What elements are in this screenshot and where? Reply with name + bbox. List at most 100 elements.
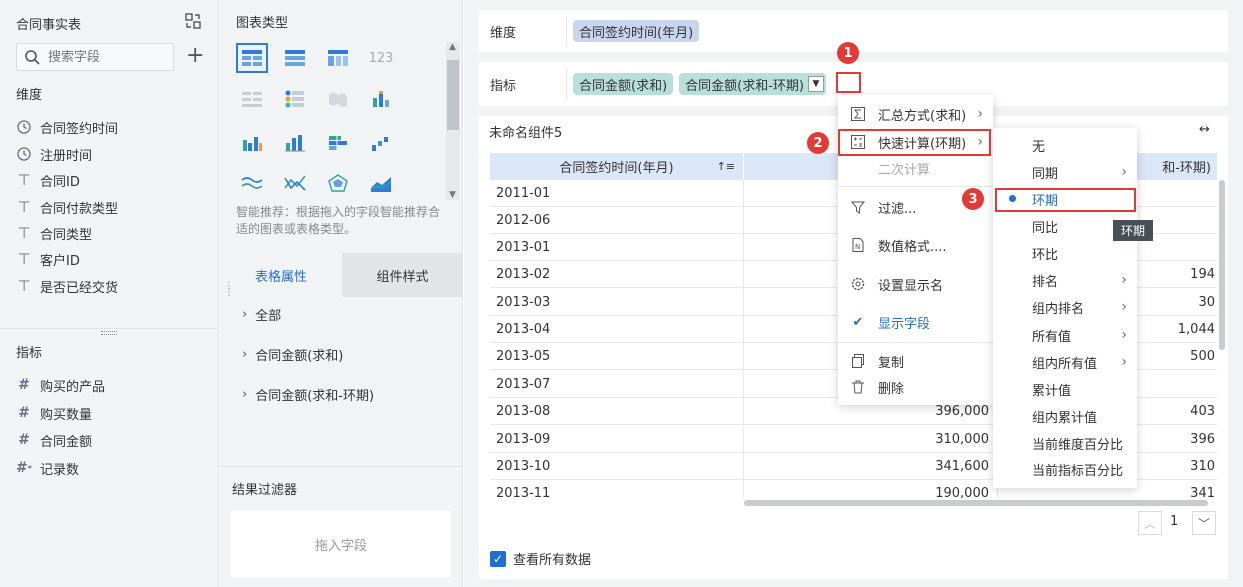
field-item[interactable]: 注册时间 <box>16 143 92 165</box>
dimension-chip[interactable]: 合同签约时间(年月) <box>573 20 700 42</box>
table-chart-icon[interactable] <box>236 43 268 73</box>
horizontal-scrollbar[interactable] <box>744 500 1208 506</box>
submenu-item[interactable]: 排名 › <box>993 267 1137 293</box>
field-item[interactable]: # 购买的产品 <box>16 374 105 396</box>
indicator-card-icon[interactable] <box>279 84 311 114</box>
gear-icon <box>850 276 866 292</box>
highlight-box <box>995 188 1136 212</box>
field-search[interactable] <box>16 43 174 71</box>
submenu-item[interactable]: 所有值 › <box>993 322 1137 348</box>
line-chart-icon[interactable] <box>236 168 268 198</box>
chart-type-grid: 123 <box>234 40 446 200</box>
smart-recommend-tip: 智能推荐：根据拖入的字段智能推荐合适的图表或表格类型。 <box>236 205 441 236</box>
scroll-down-icon[interactable]: ▼ <box>449 190 456 200</box>
metric-chip-mom[interactable]: 合同金额(求和-环期) ▼ <box>679 73 826 95</box>
field-item[interactable]: # * 记录数 <box>16 457 79 479</box>
bar-chart-icon[interactable] <box>236 128 268 158</box>
cell: 2013-03 <box>490 289 744 315</box>
waterfall-icon[interactable] <box>365 128 397 158</box>
submenu-label: 排名 <box>1032 274 1059 290</box>
search-input[interactable] <box>48 49 158 65</box>
submenu-item[interactable]: 当前维度百分比 <box>993 430 1137 456</box>
menu-item-show-field[interactable]: ✔ 显示字段 <box>838 309 993 335</box>
checkbox-checked-icon[interactable]: ✓ <box>490 550 506 567</box>
tree-label: 全部 <box>255 309 282 324</box>
submenu-item[interactable]: 环比 <box>993 240 1137 266</box>
header-cell[interactable]: 合同签约时间(年月) ↑≡ <box>490 153 744 180</box>
hash-icon: # <box>18 405 30 421</box>
tree-item[interactable]: › 合同金额(求和) <box>242 345 343 364</box>
page-next-button[interactable]: ﹀ <box>1192 511 1216 535</box>
tab-component-style[interactable]: 组件样式 <box>342 253 463 297</box>
scroll-up-icon[interactable]: ▲ <box>449 42 456 52</box>
radar-chart-icon[interactable] <box>322 168 354 198</box>
divider <box>0 328 219 329</box>
switch-dataset-icon[interactable] <box>184 12 202 30</box>
chevron-right-icon: › <box>242 307 248 322</box>
field-label: 是否已经交货 <box>40 280 119 296</box>
text-type-icon: ⊤ <box>17 224 31 242</box>
vertical-scrollbar[interactable] <box>1219 180 1225 350</box>
tab-table-properties[interactable]: 表格属性 <box>220 253 342 297</box>
sort-icon[interactable]: ↑≡ <box>717 160 735 173</box>
trash-icon <box>850 379 866 395</box>
cell: 2013-08 <box>490 398 744 424</box>
field-item[interactable]: ⊤ 合同ID <box>16 169 79 191</box>
tree-item[interactable]: › 合同金额(求和-环期) <box>242 385 374 404</box>
menu-label: 二次计算 <box>878 162 931 178</box>
view-all-data[interactable]: ✓ 查看所有数据 <box>490 549 591 568</box>
chip-dropdown-icon[interactable]: ▼ <box>808 76 824 92</box>
submenu-item[interactable]: 当前指标百分比 <box>993 456 1137 482</box>
tree-item-all[interactable]: › 全部 <box>242 305 281 324</box>
page-prev-button[interactable]: ︿ <box>1138 511 1162 535</box>
divider <box>220 466 463 467</box>
field-item[interactable]: ⊤ 客户ID <box>16 248 79 270</box>
metric-chip-sum[interactable]: 合同金额(求和) <box>573 73 674 95</box>
step-badge: 3 <box>962 188 984 210</box>
cell: 2013-10 <box>490 453 744 479</box>
chart-type-scrollbar[interactable]: ▲ ▼ <box>446 42 460 200</box>
resize-handle[interactable] <box>101 331 117 335</box>
field-item[interactable]: # 合同金额 <box>16 429 92 451</box>
kpi-number-icon[interactable]: 123 <box>365 43 397 73</box>
submenu-item[interactable]: 同期 › <box>993 159 1137 185</box>
menu-item-copy[interactable]: 复制 <box>838 348 993 374</box>
result-filter-title: 结果过滤器 <box>232 483 298 498</box>
drag-handle-icon[interactable]: ⋮ ⋮ <box>224 282 234 298</box>
cross-table-icon[interactable] <box>322 43 354 73</box>
field-item[interactable]: ⊤ 合同付款类型 <box>16 196 118 218</box>
area-line-icon[interactable] <box>279 168 311 198</box>
detail-table-icon[interactable] <box>236 84 268 114</box>
submenu-item[interactable]: 组内累计值 <box>993 403 1137 429</box>
map-icon[interactable] <box>322 84 354 114</box>
column-chart-icon[interactable] <box>279 128 311 158</box>
field-item[interactable]: 合同签约时间 <box>16 116 118 138</box>
area-chart-icon[interactable] <box>365 168 397 198</box>
add-field-icon[interactable]: + <box>186 45 204 67</box>
fit-width-icon[interactable]: ↔ <box>1199 122 1210 137</box>
menu-item-summary[interactable]: 汇总方式(求和) › <box>838 101 993 127</box>
field-item[interactable]: # 购买数量 <box>16 402 92 424</box>
group-table-icon[interactable] <box>279 43 311 73</box>
quick-calc-submenu: 无 同期 › 环期 同比 环比 排名 › 组内排名 › 所有值 › 组内所有值 › 累计值… <box>993 128 1137 488</box>
tooltip: 环期 <box>1113 220 1153 241</box>
metric-chip-label: 合同金额(求和-环期) <box>685 78 804 94</box>
stacked-bar-icon[interactable] <box>365 84 397 114</box>
menu-item-number-format[interactable]: N 数值格式.... <box>838 232 993 258</box>
menu-item-delete[interactable]: 删除 <box>838 374 993 400</box>
hash-icon: # <box>18 377 30 393</box>
menu-item-secondary-calc[interactable]: 二次计算 <box>838 155 993 181</box>
menu-item-display-name[interactable]: 设置显示名 <box>838 271 993 297</box>
submenu-item[interactable]: 组内所有值 › <box>993 349 1137 375</box>
submenu-item[interactable]: 组内排名 › <box>993 294 1137 320</box>
scroll-thumb[interactable] <box>447 60 459 130</box>
filter-drop-zone[interactable]: 拖入字段 <box>231 511 451 577</box>
horizontal-bar-icon[interactable] <box>322 128 354 158</box>
text-type-icon: ⊤ <box>17 277 31 295</box>
cell: 2013-04 <box>490 316 744 342</box>
field-label: 合同类型 <box>40 227 93 243</box>
submenu-item[interactable]: 无 <box>993 132 1137 158</box>
field-item[interactable]: ⊤ 是否已经交货 <box>16 275 118 297</box>
submenu-item[interactable]: 累计值 <box>993 376 1137 402</box>
field-item[interactable]: ⊤ 合同类型 <box>16 222 92 244</box>
